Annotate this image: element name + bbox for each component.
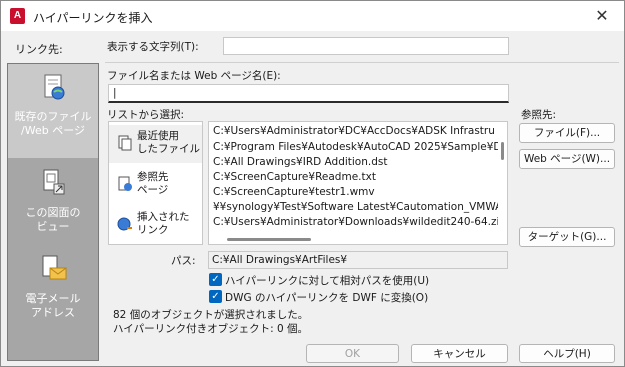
vertical-scrollbar[interactable] <box>498 122 507 230</box>
tab-label: 挿入された <box>137 211 190 223</box>
path-label: パス: <box>171 255 196 267</box>
sidebar-item-label: 電子メール <box>25 292 81 305</box>
tab-label: 参照先 <box>137 171 169 183</box>
tab-label: したファイル <box>137 143 200 155</box>
filename-label: ファイル名または Web ページ名(E): <box>107 70 281 82</box>
list-item[interactable]: C:¥Users¥Administrator¥Downloads¥wildedi… <box>213 215 506 229</box>
list-item[interactable]: C:¥ScreenCapture¥testr1.wmv <box>213 185 375 199</box>
tab-browsed-pages[interactable]: 参照先 ページ <box>109 168 202 204</box>
selected-count-text: 82 個のオブジェクトが選択されました。 <box>113 309 309 321</box>
tab-label: リンク <box>137 224 169 236</box>
ok-button[interactable]: OK <box>306 344 399 363</box>
tab-recent-files[interactable]: 最近使用 したファイル <box>109 125 202 163</box>
help-button[interactable]: ヘルプ(H) <box>519 344 615 363</box>
filename-input[interactable]: | <box>108 84 509 103</box>
divider <box>105 62 619 63</box>
relative-path-checkbox[interactable]: ✓ <box>209 273 222 286</box>
cancel-button[interactable]: キャンセル <box>411 344 508 363</box>
relative-path-label: ハイパーリンクに対して相対パスを使用(U) <box>225 275 430 287</box>
recent-files-icon <box>118 135 132 151</box>
display-text-label: 表示する文字列(T): <box>107 41 199 53</box>
sidebar-item-label: この図面の <box>25 206 81 219</box>
dwf-convert-label: DWG のハイパーリンクを DWF に変換(O) <box>225 292 429 304</box>
list-item[interactable]: ¥¥synology¥Test¥Software Latest¥Cautomat… <box>213 200 502 214</box>
browsed-pages-icon <box>118 176 132 191</box>
link-to-label: リンク先: <box>15 43 63 56</box>
hyperlinked-count-text: ハイパーリンク付きオブジェクト: 0 個。 <box>113 323 308 335</box>
display-text-input[interactable] <box>223 37 509 55</box>
tab-inserted-links[interactable]: 挿入された リンク <box>109 208 202 244</box>
sidebar-item-label: /Web ページ <box>21 124 85 137</box>
tab-label: ページ <box>137 184 169 196</box>
sidebar-item-label: 既存のファイル <box>14 110 92 123</box>
list-source-tabs: 最近使用 したファイル 参照先 ページ 挿入された リンク <box>108 121 203 245</box>
dwf-convert-checkbox[interactable]: ✓ <box>209 290 222 303</box>
list-item[interactable]: C:¥Program Files¥Autodesk¥AutoCAD 2025¥S… <box>213 140 502 154</box>
sidebar-item-existing-file[interactable]: 既存のファイル /Web ページ <box>8 64 98 158</box>
browse-file-button[interactable]: ファイル(F)... <box>519 123 615 143</box>
browse-label: 参照先: <box>521 109 557 121</box>
list-item[interactable]: C:¥ScreenCapture¥Readme.txt <box>213 170 376 184</box>
mail-icon <box>42 255 67 280</box>
inserted-links-icon <box>117 217 132 231</box>
list-select-label: リストから選択: <box>107 109 185 121</box>
sidebar-item-label: アドレス <box>31 306 75 319</box>
list-item[interactable]: C:¥All Drawings¥IRD Addition.dst <box>213 155 387 169</box>
link-target-sidebar: 既存のファイル /Web ページ この図面の ビュー 電子メール アドレス <box>7 63 99 361</box>
tab-label: 最近使用 <box>137 130 179 142</box>
dialog-title: ハイパーリンクを挿入 <box>33 11 153 25</box>
horizontal-scrollbar[interactable] <box>209 235 500 244</box>
file-globe-icon <box>44 74 65 100</box>
target-button[interactable]: ターゲット(G)... <box>519 227 615 247</box>
list-item[interactable]: C:¥Users¥Administrator¥DC¥AccDocs¥ADSK I… <box>213 124 495 138</box>
hyperlink-dialog: A ハイパーリンクを挿入 ✕ リンク先: 既存のファイル /Web ページ この… <box>0 0 625 367</box>
autocad-app-icon: A <box>10 8 25 24</box>
close-button[interactable]: ✕ <box>592 6 612 26</box>
sidebar-item-label: ビュー <box>36 220 70 233</box>
path-field: C:¥All Drawings¥ArtFiles¥ <box>208 251 508 269</box>
title-bar: A ハイパーリンクを挿入 ✕ <box>1 1 624 31</box>
scroll-thumb[interactable] <box>227 238 311 241</box>
browse-web-button[interactable]: Web ページ(W)... <box>519 149 615 169</box>
drawing-view-icon <box>43 169 65 195</box>
sidebar-item-email[interactable]: 電子メール アドレス <box>8 252 98 342</box>
scroll-thumb[interactable] <box>501 142 504 160</box>
recent-files-list[interactable]: C:¥Users¥Administrator¥DC¥AccDocs¥ADSK I… <box>208 121 508 245</box>
sidebar-item-drawing-view[interactable]: この図面の ビュー <box>8 162 98 252</box>
